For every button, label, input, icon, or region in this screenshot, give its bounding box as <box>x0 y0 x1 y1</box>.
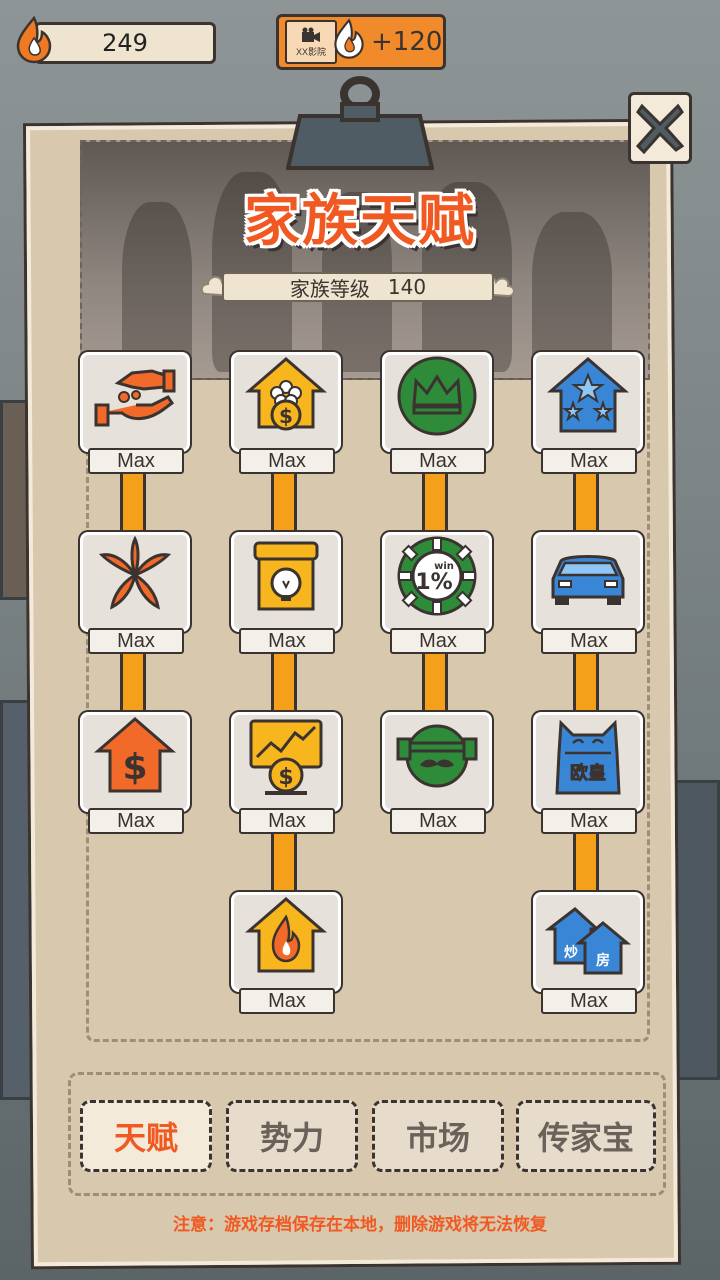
lucky-cat-icon: 欧皇 <box>555 719 621 795</box>
talent-connector <box>271 652 297 716</box>
talent-connector <box>573 832 599 896</box>
car-icon <box>551 555 625 605</box>
talent-status: Max <box>239 988 335 1014</box>
svg-text:$: $ <box>278 765 293 790</box>
talent-status: Max <box>88 628 184 654</box>
dollar-house-icon: $ <box>93 717 177 793</box>
flame-currency-box: 249 <box>34 22 216 64</box>
save-notice: 注意：游戏存档保存在本地，删除游戏将无法恢复 <box>173 1215 547 1235</box>
tab-heirloom[interactable]: 传家宝 <box>516 1100 656 1172</box>
cinema-bonus-amount: +120 <box>371 27 443 57</box>
cinema-ticket-badge: XX影院 <box>285 20 337 64</box>
talent-connector <box>573 472 599 536</box>
talent-node-stock-monitor[interactable]: $ Max <box>231 712 341 834</box>
talent-status: Max <box>88 808 184 834</box>
houses-text-1: 炒 <box>564 945 578 961</box>
tab-market[interactable]: 市场 <box>372 1100 504 1172</box>
houses-text-2: 房 <box>596 952 610 969</box>
talent-node-shop-bulb[interactable]: Max <box>231 532 341 654</box>
talent-status: Max <box>390 808 486 834</box>
talent-node-lily[interactable]: Max <box>80 532 190 654</box>
star-house-icon <box>546 357 630 433</box>
svg-text:$: $ <box>122 747 147 788</box>
talent-status: Max <box>239 448 335 474</box>
mustache-face-icon <box>396 724 478 788</box>
family-level-value: 140 <box>387 275 427 299</box>
talent-status: Max <box>390 628 486 654</box>
coin-house-icon: $ <box>244 357 328 431</box>
lucky-cat-text: 欧皇 <box>570 762 606 784</box>
talent-status: Max <box>541 808 637 834</box>
talent-node-star-house[interactable]: Max <box>533 352 643 474</box>
flame-currency-value: 249 <box>102 29 148 57</box>
talent-connector <box>422 652 448 716</box>
talent-connector <box>271 472 297 536</box>
tab-influence[interactable]: 势力 <box>226 1100 358 1172</box>
talent-status: Max <box>390 448 486 474</box>
family-level-label: 家族等级 <box>289 276 370 301</box>
talent-node-car[interactable]: Max <box>533 532 643 654</box>
flame-house-icon <box>244 897 328 973</box>
talent-node-houses[interactable]: 炒 房 Max <box>533 892 643 1014</box>
cinema-ticket-label: XX影院 <box>295 46 326 57</box>
talent-connector <box>422 472 448 536</box>
close-button[interactable] <box>628 92 692 164</box>
talent-node-casino-chip[interactable]: win 1% Max <box>382 532 492 654</box>
chip-percent-text: 1% <box>415 570 452 595</box>
family-level-bar: 家族等级 140 <box>222 272 494 302</box>
film-camera-icon <box>302 27 320 42</box>
svg-text:$: $ <box>279 404 293 428</box>
talent-status: Max <box>541 628 637 654</box>
page-title: 家族天赋 <box>244 189 476 254</box>
talent-connector <box>271 832 297 896</box>
hand-coins-icon <box>94 369 176 427</box>
clipboard-clip-icon <box>285 76 435 174</box>
houses-icon: 炒 房 <box>545 907 631 975</box>
talent-connector <box>120 652 146 716</box>
talent-status: Max <box>239 628 335 654</box>
tab-talent[interactable]: 天赋 <box>80 1100 212 1172</box>
talent-status: Max <box>239 808 335 834</box>
lily-flower-icon <box>98 535 172 610</box>
talent-node-mustache-face[interactable]: Max <box>382 712 492 834</box>
talent-status: Max <box>541 448 637 474</box>
close-x-icon <box>636 103 684 154</box>
stock-monitor-icon: $ <box>249 719 323 795</box>
flame-bonus-icon <box>332 18 366 60</box>
talent-connector <box>120 472 146 536</box>
talent-status: Max <box>88 448 184 474</box>
talent-status: Max <box>541 988 637 1014</box>
talent-node-hand-coins[interactable]: Max <box>80 352 190 474</box>
talent-node-lucky-cat[interactable]: 欧皇 Max <box>533 712 643 834</box>
talent-node-flame-house[interactable]: Max <box>231 892 341 1014</box>
shop-bulb-icon <box>253 541 319 611</box>
talent-connector <box>573 652 599 716</box>
flame-currency-icon <box>14 15 54 64</box>
talent-node-crown[interactable]: Max <box>382 352 492 474</box>
casino-chip-icon: win 1% <box>397 536 477 616</box>
crown-icon <box>397 356 477 436</box>
talent-node-coin-house[interactable]: $ Max <box>231 352 341 474</box>
talent-node-dollar-house[interactable]: $ Max <box>80 712 190 834</box>
